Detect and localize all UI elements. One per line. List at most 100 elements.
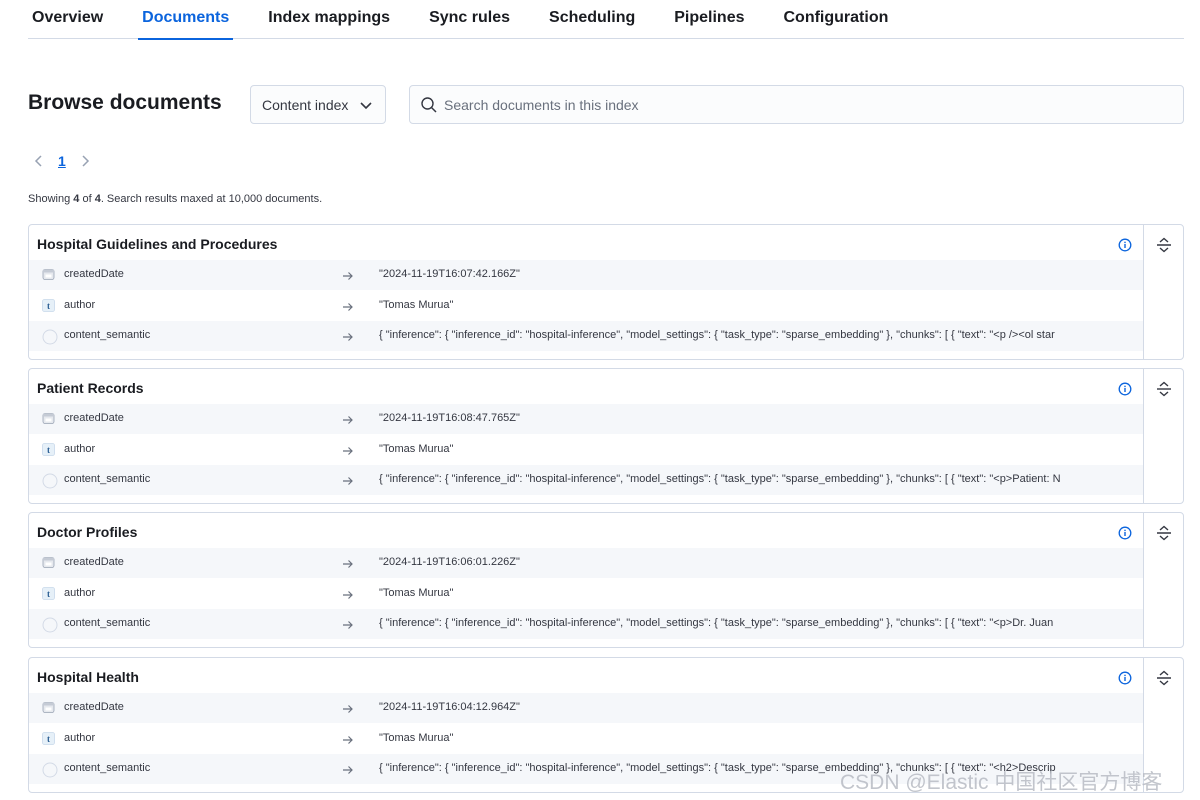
field-value: "Tomas Murua" [379, 732, 454, 744]
arrow-right-icon [342, 618, 354, 636]
field-value: "2024-11-19T16:04:12.964Z" [379, 701, 520, 713]
search-input[interactable] [444, 86, 1174, 123]
field-name: content_semantic [64, 473, 151, 485]
document-title: Hospital Health [37, 669, 139, 685]
field-row: createdDate "2024-11-19T16:08:47.765Z" [29, 404, 1143, 434]
date-icon [42, 701, 55, 714]
pagination: 1 [32, 150, 92, 172]
arrow-right-icon [342, 702, 354, 720]
field-row: createdDate "2024-11-19T16:06:01.226Z" [29, 548, 1143, 578]
search-box [409, 85, 1184, 124]
document-card: Patient Records createdDate "2024-11-19T16… [28, 368, 1184, 504]
info-icon[interactable] [1118, 671, 1132, 690]
info-icon[interactable] [1118, 382, 1132, 401]
chevron-down-icon [359, 98, 373, 115]
tab-configuration[interactable]: Configuration [780, 0, 893, 39]
document-actions [1143, 513, 1183, 647]
arrow-right-icon [342, 330, 354, 348]
tab-documents[interactable]: Documents [138, 0, 234, 40]
date-icon [42, 268, 55, 281]
document-actions [1143, 225, 1183, 359]
object-icon [42, 617, 58, 633]
expand-icon[interactable] [1155, 524, 1173, 547]
document-title: Patient Records [37, 380, 144, 396]
field-name: createdDate [64, 701, 124, 713]
object-icon [42, 762, 58, 778]
field-row: t author "Tomas Murua" [29, 579, 1143, 609]
tab-index-mappings[interactable]: Index mappings [264, 0, 394, 39]
field-value: "Tomas Murua" [379, 299, 454, 311]
document-actions [1143, 369, 1183, 503]
field-name: createdDate [64, 412, 124, 424]
next-page-button[interactable] [78, 150, 92, 172]
field-row: createdDate "2024-11-19T16:07:42.166Z" [29, 260, 1143, 290]
field-value: "Tomas Murua" [379, 443, 454, 455]
document-title: Hospital Guidelines and Procedures [37, 236, 278, 252]
arrow-right-icon [342, 413, 354, 431]
field-row: t author "Tomas Murua" [29, 291, 1143, 321]
arrow-right-icon [342, 474, 354, 492]
field-value: "Tomas Murua" [379, 587, 454, 599]
field-row: content_semantic { "inference": { "infere… [29, 321, 1143, 351]
field-value: "2024-11-19T16:08:47.765Z" [379, 412, 520, 424]
tab-sync-rules[interactable]: Sync rules [425, 0, 514, 39]
text-icon: t [42, 299, 55, 312]
arrow-right-icon [342, 588, 354, 606]
svg-text:t: t [47, 301, 50, 311]
svg-text:t: t [47, 445, 50, 455]
field-name: author [64, 732, 96, 744]
field-name: content_semantic [64, 329, 151, 341]
field-value: { "inference": { "inference_id": "hospit… [379, 617, 1054, 629]
date-icon [42, 412, 55, 425]
field-row: t author "Tomas Murua" [29, 724, 1143, 754]
results-summary: Showing 4 of 4. Search results maxed at … [28, 193, 323, 205]
info-icon[interactable] [1118, 238, 1132, 257]
watermark: CSDN @Elastic 中国社区官方博客 [840, 771, 1163, 794]
text-icon: t [42, 443, 55, 456]
document-title: Doctor Profiles [37, 524, 138, 540]
expand-icon[interactable] [1155, 236, 1173, 259]
expand-icon[interactable] [1155, 380, 1173, 403]
field-row: content_semantic { "inference": { "infere… [29, 465, 1143, 495]
field-value: { "inference": { "inference_id": "hospit… [379, 473, 1061, 485]
document-card: Hospital Guidelines and Procedures create… [28, 224, 1184, 360]
tab-overview[interactable]: Overview [28, 0, 107, 39]
object-icon [42, 329, 58, 345]
svg-text:t: t [47, 589, 50, 599]
field-name: createdDate [64, 268, 124, 280]
document-card: Doctor Profiles createdDate "2024-11-19T16… [28, 512, 1184, 648]
page-1-button[interactable]: 1 [58, 153, 66, 169]
text-icon: t [42, 732, 55, 745]
arrow-right-icon [342, 300, 354, 318]
field-row: createdDate "2024-11-19T16:04:12.964Z" [29, 693, 1143, 723]
arrow-right-icon [342, 557, 354, 575]
field-name: author [64, 587, 96, 599]
index-select-label: Content index [262, 96, 349, 113]
field-name: content_semantic [64, 762, 151, 774]
page-title: Browse documents [28, 91, 222, 114]
object-icon [42, 473, 58, 489]
arrow-right-icon [342, 269, 354, 287]
text-icon: t [42, 587, 55, 600]
field-row: content_semantic { "inference": { "infere… [29, 609, 1143, 639]
field-name: author [64, 299, 96, 311]
field-row: t author "Tomas Murua" [29, 435, 1143, 465]
expand-icon[interactable] [1155, 669, 1173, 692]
info-icon[interactable] [1118, 526, 1132, 545]
tab-pipelines[interactable]: Pipelines [670, 0, 748, 39]
field-name: content_semantic [64, 617, 151, 629]
arrow-right-icon [342, 763, 354, 781]
search-icon [420, 96, 438, 119]
field-value: "2024-11-19T16:06:01.226Z" [379, 556, 520, 568]
field-value: "2024-11-19T16:07:42.166Z" [379, 268, 520, 280]
svg-text:t: t [47, 734, 50, 744]
date-icon [42, 556, 55, 569]
previous-page-button[interactable] [32, 150, 46, 172]
field-name: createdDate [64, 556, 124, 568]
field-name: author [64, 443, 96, 455]
arrow-right-icon [342, 733, 354, 751]
tab-scheduling[interactable]: Scheduling [545, 0, 639, 39]
arrow-right-icon [342, 444, 354, 462]
tab-bar: Overview Documents Index mappings Sync r… [28, 0, 1184, 40]
index-select[interactable]: Content index [250, 85, 386, 124]
